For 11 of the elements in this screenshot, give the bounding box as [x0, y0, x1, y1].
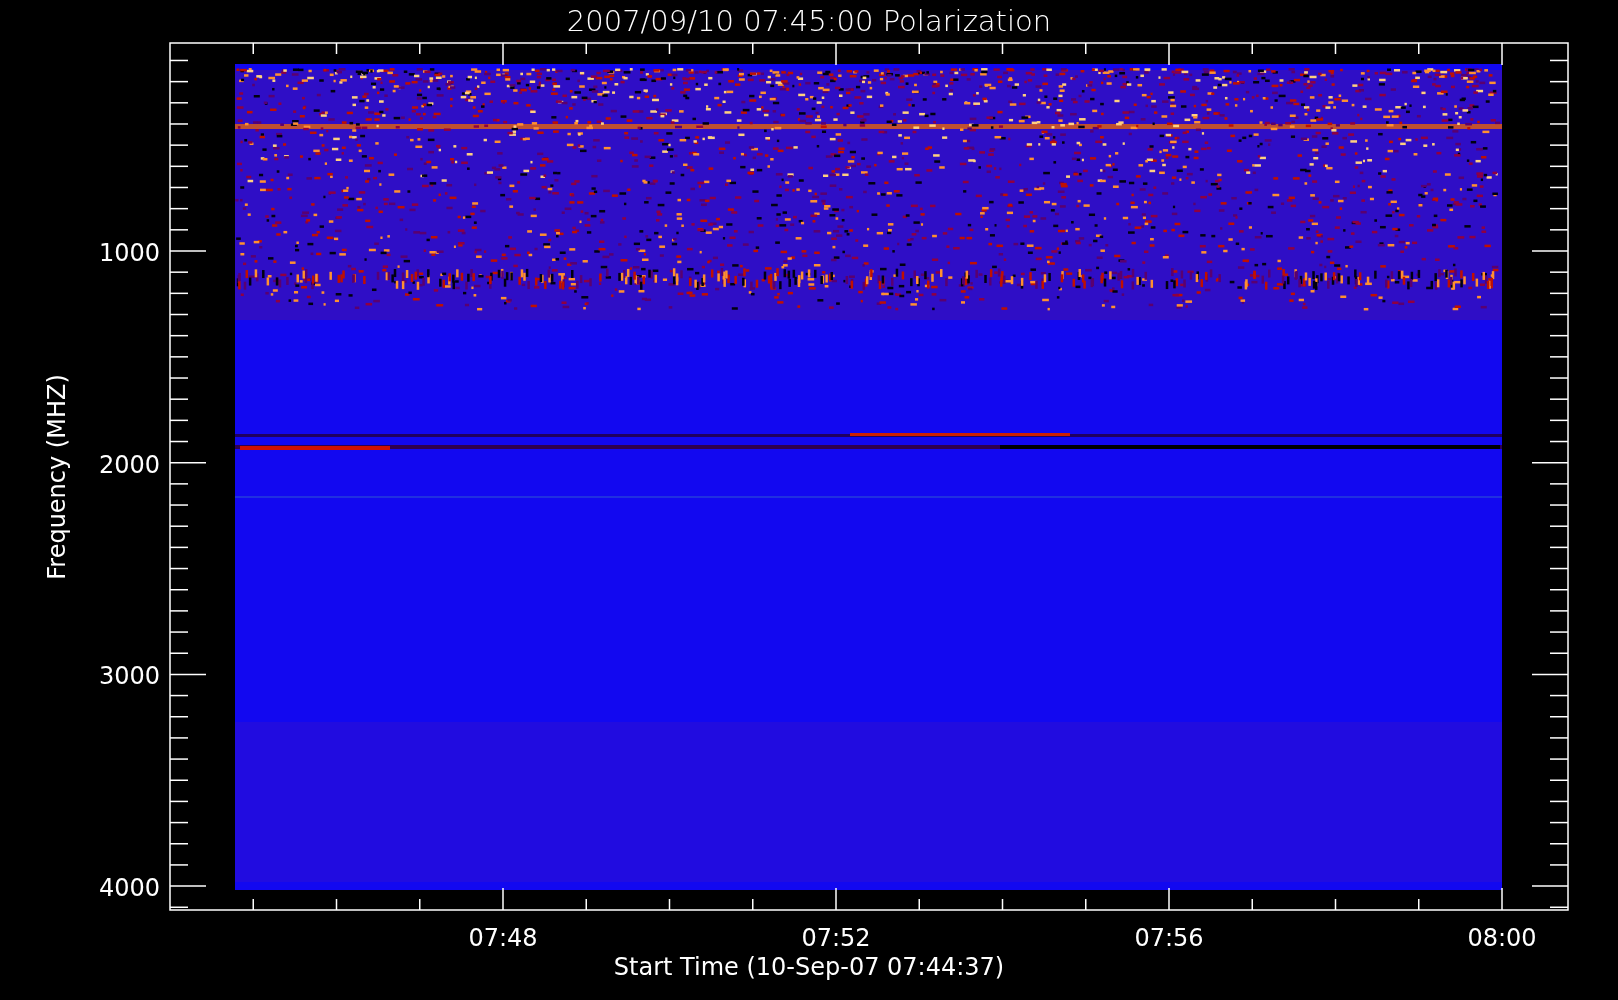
tick-label: 1000 [98, 239, 160, 267]
tick-label: 2000 [98, 450, 160, 479]
axis-title: Frequency (MHZ) [43, 374, 71, 580]
tick-label: 07:56 [1134, 924, 1204, 952]
tick-label: 07:52 [801, 924, 871, 952]
tick-label: 3000 [98, 662, 160, 691]
tick-label: 08:00 [1467, 924, 1537, 952]
tick-label: 4000 [98, 874, 160, 903]
chart-title: 2007/09/10 07:45:00 Polarization [566, 4, 1052, 38]
tick-label: 07:48 [468, 924, 538, 952]
axis-title: Start Time (10-Sep-07 07:44:37) [613, 953, 1005, 981]
